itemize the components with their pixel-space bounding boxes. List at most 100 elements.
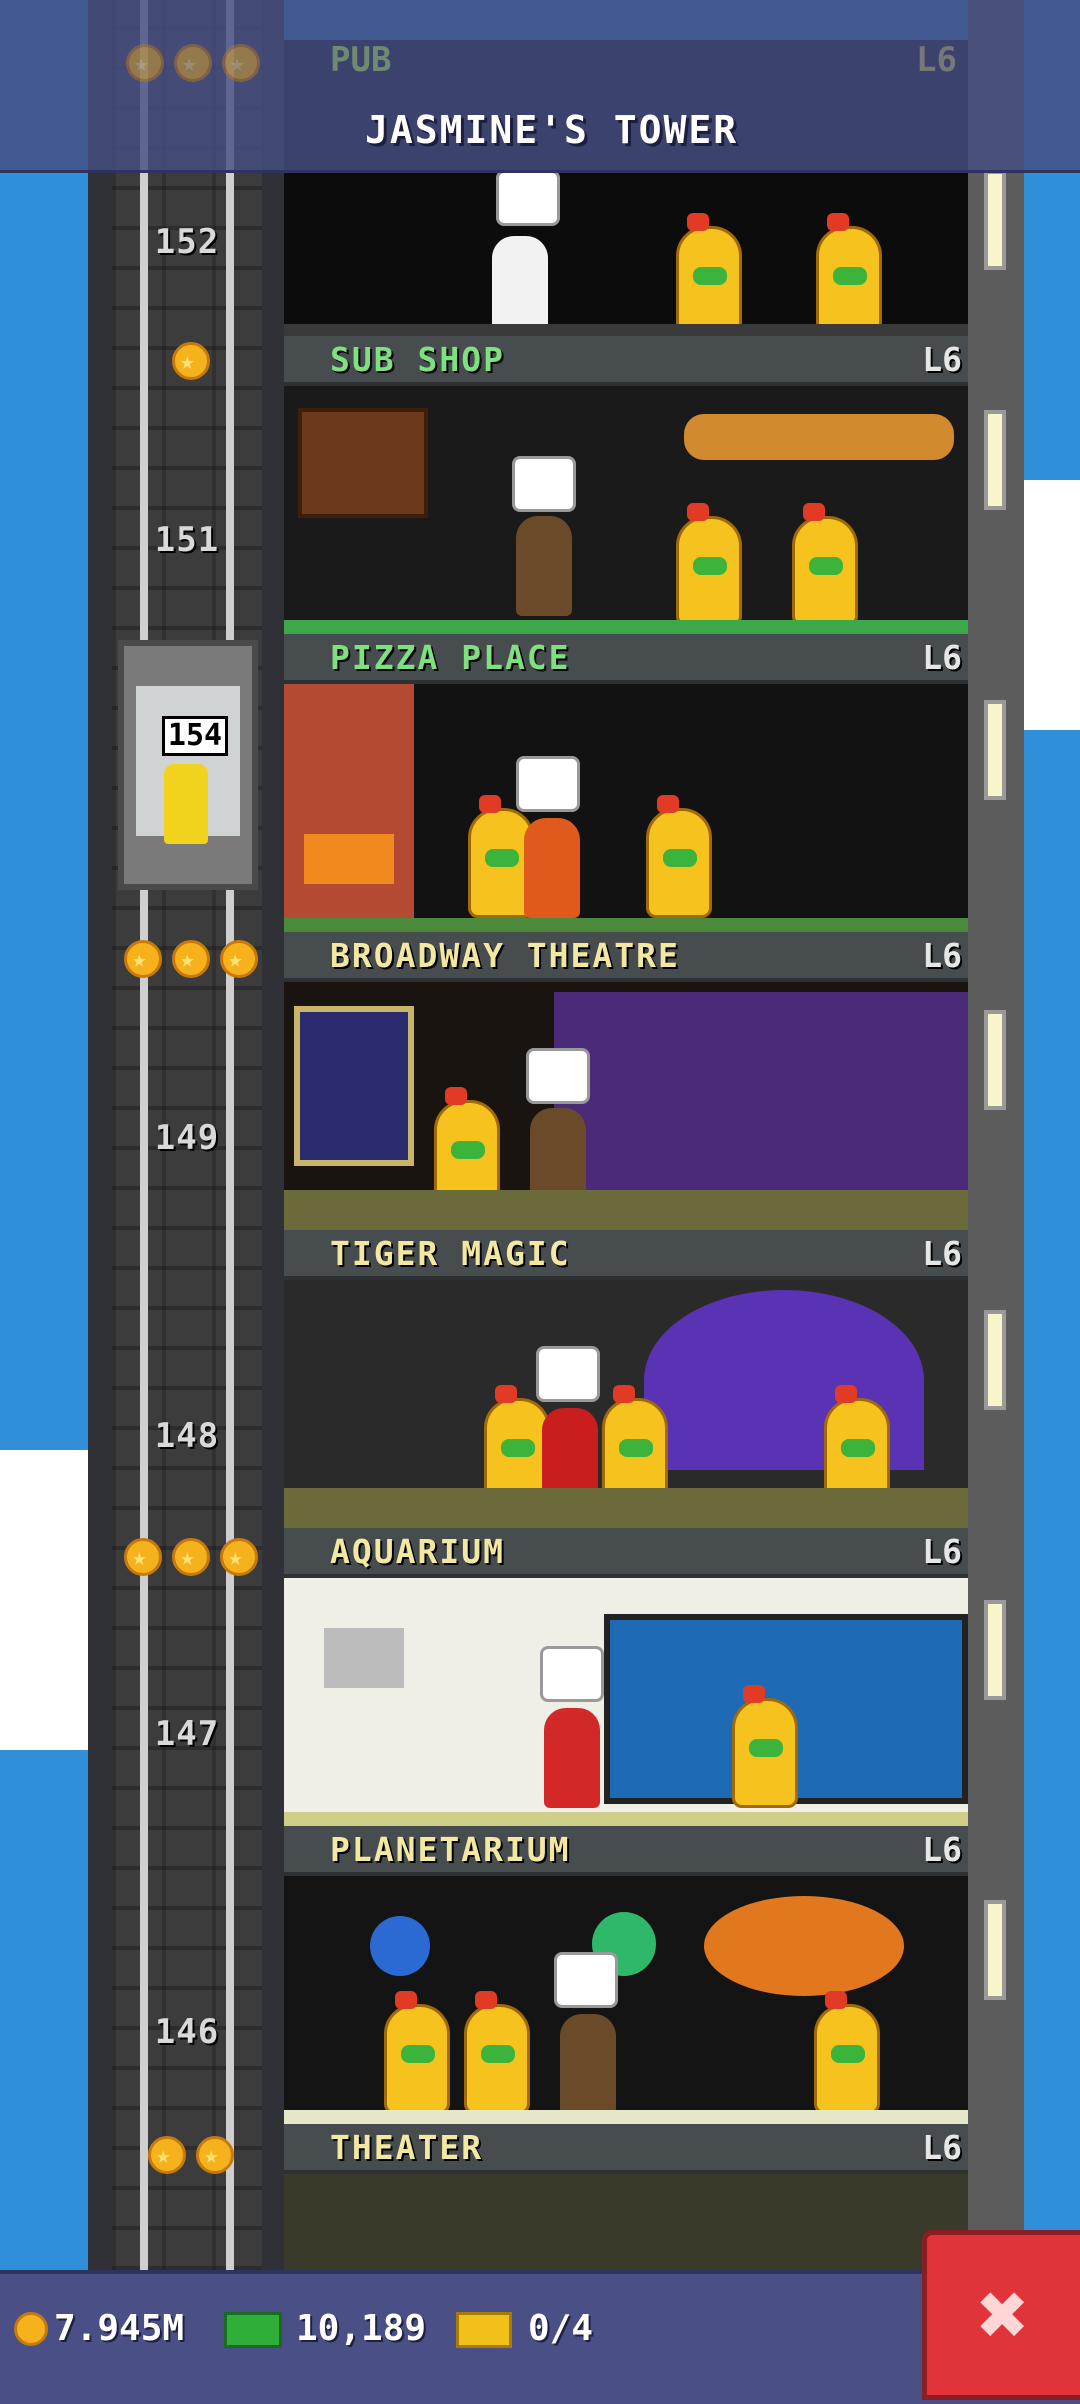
visitor bbox=[544, 1708, 600, 1808]
pizza-place-scene bbox=[284, 684, 968, 932]
floor-number-146: 146 bbox=[154, 2012, 220, 2052]
floor-level: L6 bbox=[922, 1830, 962, 1869]
visitor bbox=[560, 2014, 616, 2114]
window-light bbox=[984, 170, 1006, 270]
theater-scene bbox=[284, 2174, 968, 2270]
chicken-staff bbox=[816, 213, 882, 336]
speech-bubble bbox=[554, 1952, 618, 2008]
floor-ground bbox=[284, 1488, 968, 1528]
giant-sandwich bbox=[684, 414, 954, 460]
floor-sub-shop[interactable]: SUB SHOP L6 bbox=[284, 336, 968, 634]
tickets-value: 0/4 bbox=[528, 2308, 594, 2349]
coins-value: 7.945M bbox=[54, 2308, 185, 2349]
chicken-staff bbox=[676, 213, 742, 336]
cloud bbox=[1024, 480, 1080, 730]
floor-planetarium[interactable]: PLANETARIUM L6 bbox=[284, 1826, 968, 2124]
tower-bux-icon bbox=[224, 2312, 282, 2348]
floor-level: L6 bbox=[922, 936, 962, 975]
tiger-magic-scene bbox=[284, 1280, 968, 1528]
floor-number-151: 151 bbox=[154, 520, 220, 560]
aquarium-scene bbox=[284, 1578, 968, 1826]
window-light bbox=[984, 700, 1006, 800]
floor-ground bbox=[284, 1190, 968, 1230]
brick-oven-wall bbox=[284, 684, 414, 932]
floor-ground bbox=[284, 1812, 968, 1826]
planet-blue bbox=[370, 1916, 430, 1976]
speech-bubble bbox=[540, 1646, 604, 1702]
fish-display bbox=[324, 1628, 404, 1688]
chicken-staff bbox=[814, 1991, 880, 2114]
window-light bbox=[984, 1010, 1006, 1110]
visitor bbox=[524, 818, 580, 918]
floor-name: BROADWAY THEATRE bbox=[330, 936, 680, 975]
floor-name: PLANETARIUM bbox=[330, 1830, 571, 1869]
close-button[interactable]: ✖ bbox=[922, 2230, 1080, 2400]
coin-icon bbox=[222, 44, 260, 82]
cloud bbox=[0, 1450, 90, 1750]
floor-number-148: 148 bbox=[154, 1416, 220, 1456]
floor-number-147: 147 bbox=[154, 1714, 220, 1754]
chicken-staff bbox=[792, 503, 858, 626]
coin-icon bbox=[126, 44, 164, 82]
peek-floor-level: L6 bbox=[916, 40, 957, 80]
planet-saturn bbox=[704, 1896, 904, 1996]
chicken-staff bbox=[646, 795, 712, 918]
tower-header: PUB L6 JASMINE'S TOWER bbox=[0, 0, 1080, 173]
chicken-staff bbox=[384, 1991, 450, 2114]
elevator-car[interactable]: 154 bbox=[118, 640, 258, 890]
floor-level: L6 bbox=[922, 1532, 962, 1571]
floor-level: L6 bbox=[922, 638, 962, 677]
floor-name: AQUARIUM bbox=[330, 1532, 505, 1571]
menu-board bbox=[298, 408, 428, 518]
oven-fire bbox=[304, 834, 394, 884]
floor-number-152: 152 bbox=[154, 222, 220, 262]
coin-icon[interactable] bbox=[220, 1538, 258, 1576]
status-bar: 7.945M 10,189 0/4 bbox=[0, 2270, 1080, 2404]
floor-tiger-magic[interactable]: TIGER MAGIC L6 bbox=[284, 1230, 968, 1528]
chicken-staff bbox=[732, 1685, 798, 1808]
floor-level: L6 bbox=[922, 340, 962, 379]
floor-name: TIGER MAGIC bbox=[330, 1234, 571, 1273]
planetarium-scene bbox=[284, 1876, 968, 2124]
broadway-theatre-scene bbox=[284, 982, 968, 1230]
floor-level: L6 bbox=[922, 1234, 962, 1273]
floor-ground bbox=[284, 2110, 968, 2124]
bux-value: 10,189 bbox=[296, 2308, 427, 2349]
speech-bubble bbox=[512, 456, 576, 512]
speech-bubble bbox=[496, 170, 560, 226]
floor-name: SUB SHOP bbox=[330, 340, 505, 379]
floor-aquarium[interactable]: AQUARIUM L6 bbox=[284, 1528, 968, 1826]
coin-icon[interactable] bbox=[172, 1538, 210, 1576]
window-light bbox=[984, 1310, 1006, 1410]
speech-bubble bbox=[536, 1346, 600, 1402]
window-light bbox=[984, 410, 1006, 510]
floor-broadway-theatre[interactable]: BROADWAY THEATRE L6 bbox=[284, 932, 968, 1230]
peek-floor-name: PUB bbox=[330, 40, 392, 80]
coin-icon bbox=[174, 44, 212, 82]
visitor bbox=[516, 516, 572, 616]
snowman-visitor bbox=[492, 236, 548, 336]
coin-icon bbox=[14, 2312, 48, 2346]
floor-number-149: 149 bbox=[154, 1118, 220, 1158]
floor-name: THEATER bbox=[330, 2128, 484, 2167]
coin-icon[interactable] bbox=[196, 2136, 234, 2174]
floor-theater[interactable]: THEATER L6 bbox=[284, 2124, 968, 2270]
coin-icon[interactable] bbox=[124, 940, 162, 978]
floor-ground bbox=[284, 620, 968, 634]
coin-icon[interactable] bbox=[220, 940, 258, 978]
coin-icon[interactable] bbox=[172, 342, 210, 380]
tower-title: JASMINE'S TOWER bbox=[365, 108, 739, 152]
speech-bubble bbox=[516, 756, 580, 812]
floor-level: L6 bbox=[922, 2128, 962, 2167]
stage-curtains bbox=[554, 992, 968, 1192]
sub-shop-scene bbox=[284, 386, 968, 634]
close-icon: ✖ bbox=[977, 2265, 1030, 2365]
window-light bbox=[984, 1900, 1006, 2000]
chicken-staff bbox=[676, 503, 742, 626]
coin-icon[interactable] bbox=[148, 2136, 186, 2174]
floor-pizza-place[interactable]: PIZZA PLACE L6 bbox=[284, 634, 968, 932]
coin-icon[interactable] bbox=[172, 940, 210, 978]
coin-icon[interactable] bbox=[124, 1538, 162, 1576]
elevator-passenger bbox=[164, 764, 208, 844]
chicken-staff bbox=[464, 1991, 530, 2114]
